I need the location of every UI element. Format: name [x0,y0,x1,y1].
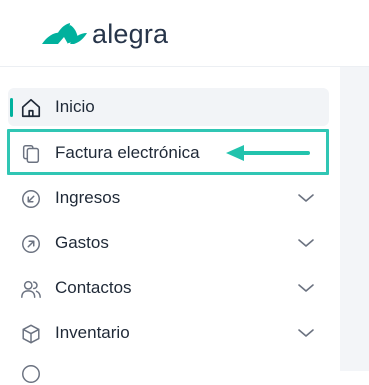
sidebar-item-inventario[interactable]: Inventario [8,314,329,352]
sidebar-item-label: Inventario [55,323,130,342]
home-icon [21,98,41,118]
chevron-down-icon[interactable] [297,191,315,205]
sidebar-item-ingresos[interactable]: Ingresos [8,179,329,217]
sidebar-item-label: Ingresos [55,188,121,207]
alegra-logo[interactable]: alegra [40,17,168,51]
pointer-arrow-icon [226,145,310,161]
sidebar-nav: Inicio Factura electrónica Ingresos Gast… [0,67,340,383]
sidebar-item-label: Gastos [55,233,109,252]
app-header: alegra [0,0,369,67]
sidebar-item-label: Inicio [55,97,95,116]
chevron-down-icon[interactable] [297,326,315,340]
chevron-down-icon[interactable] [297,281,315,295]
sidebar-item-contactos[interactable]: Contactos [8,269,329,307]
arrow-up-right-circle-icon [22,235,40,253]
sidebar-item-label: Contactos [55,278,132,297]
partial-next-item-icon [22,365,40,383]
alegra-logo-icon [42,23,87,44]
brand-name: alegra [92,19,169,49]
active-indicator [10,98,13,117]
main-content-area [340,67,369,371]
chevron-down-icon[interactable] [297,236,315,250]
sidebar-item-gastos[interactable]: Gastos [8,224,329,262]
sidebar-item-inicio[interactable]: Inicio [8,88,329,126]
arrow-down-left-circle-icon [22,190,40,208]
users-icon [21,280,41,298]
box-icon [22,324,40,344]
